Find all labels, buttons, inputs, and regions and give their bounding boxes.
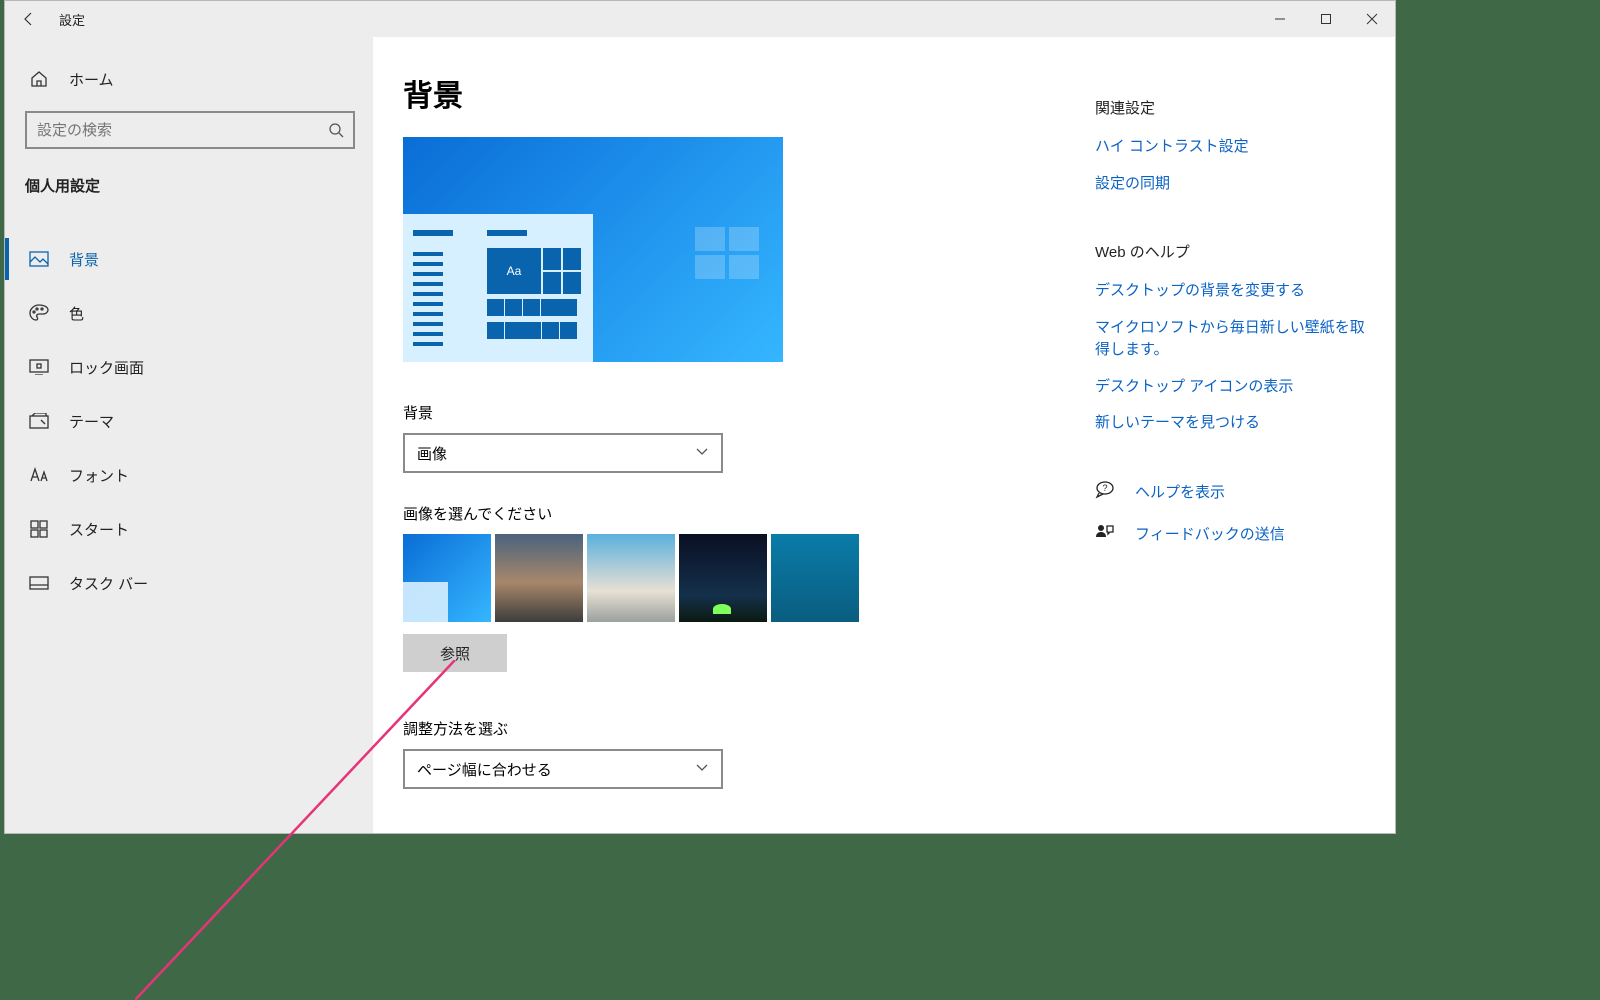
search-input-wrapper[interactable] [25, 111, 355, 149]
font-icon [29, 467, 49, 483]
close-button[interactable] [1349, 1, 1395, 37]
choose-image-label: 画像を選んでください [403, 503, 1065, 524]
background-preview: Aa [403, 137, 783, 362]
theme-icon [29, 413, 49, 429]
lockscreen-icon [29, 359, 49, 375]
sidebar-item-start[interactable]: スタート [5, 502, 373, 556]
sidebar-item-color[interactable]: 色 [5, 286, 373, 340]
sidebar-item-lockscreen[interactable]: ロック画面 [5, 340, 373, 394]
fit-select-label: 調整方法を選ぶ [403, 718, 1065, 739]
picture-icon [29, 251, 49, 267]
help-link-label: ヘルプを表示 [1135, 481, 1225, 502]
back-button[interactable] [5, 1, 53, 37]
image-thumb-1[interactable] [403, 534, 491, 622]
sidebar-item-font[interactable]: フォント [5, 448, 373, 502]
sidebar-item-label: 色 [69, 303, 84, 324]
web-link-new-themes[interactable]: 新しいテーマを見つける [1095, 412, 1373, 435]
web-link-daily-wallpaper[interactable]: マイクロソフトから毎日新しい壁紙を取得します。 [1095, 317, 1373, 362]
sidebar-item-background[interactable]: 背景 [5, 232, 373, 286]
image-thumb-3[interactable] [587, 534, 675, 622]
palette-icon [29, 304, 49, 322]
maximize-button[interactable] [1303, 1, 1349, 37]
right-sidebar: 関連設定 ハイ コントラスト設定 設定の同期 Web のヘルプ デスクトップの背… [1095, 37, 1395, 833]
svg-text:?: ? [1102, 483, 1107, 493]
sidebar-nav: 背景 色 ロック画面 テーマ フォント [5, 214, 373, 610]
fit-select-value: ページ幅に合わせる [417, 759, 552, 780]
search-icon [319, 122, 353, 138]
browse-button[interactable]: 参照 [403, 634, 507, 672]
image-thumb-5[interactable] [771, 534, 859, 622]
related-settings-title: 関連設定 [1095, 97, 1373, 118]
feedback-link-label: フィードバックの送信 [1135, 523, 1285, 544]
sidebar-item-theme[interactable]: テーマ [5, 394, 373, 448]
background-select[interactable]: 画像 [403, 433, 723, 473]
image-thumbnails [403, 534, 1065, 622]
related-link-sync[interactable]: 設定の同期 [1095, 173, 1373, 196]
titlebar: 設定 [5, 1, 1395, 37]
home-icon [29, 70, 49, 88]
help-link[interactable]: ? ヘルプを表示 [1095, 481, 1373, 503]
chevron-down-icon [695, 760, 709, 778]
web-link-desktop-icons[interactable]: デスクトップ アイコンの表示 [1095, 376, 1373, 399]
sidebar-item-label: スタート [69, 519, 129, 540]
fit-select[interactable]: ページ幅に合わせる [403, 749, 723, 789]
sidebar-item-label: ロック画面 [69, 357, 144, 378]
home-label: ホーム [69, 69, 114, 90]
web-help-title: Web のヘルプ [1095, 241, 1373, 262]
background-select-value: 画像 [417, 443, 447, 464]
image-thumb-4[interactable] [679, 534, 767, 622]
feedback-link[interactable]: フィードバックの送信 [1095, 523, 1373, 545]
sidebar-item-label: 背景 [69, 249, 99, 270]
page-heading: 背景 [403, 71, 1065, 115]
settings-window: 設定 ホーム 個人用設定 [4, 0, 1396, 834]
web-link-change-bg[interactable]: デスクトップの背景を変更する [1095, 280, 1373, 303]
window-title: 設定 [53, 10, 85, 29]
taskbar-icon [29, 576, 49, 590]
sidebar-item-taskbar[interactable]: タスク バー [5, 556, 373, 610]
feedback-icon [1095, 523, 1117, 545]
background-select-label: 背景 [403, 402, 1065, 423]
related-link-high-contrast[interactable]: ハイ コントラスト設定 [1095, 136, 1373, 159]
search-input[interactable] [27, 113, 319, 147]
minimize-button[interactable] [1257, 1, 1303, 37]
image-thumb-2[interactable] [495, 534, 583, 622]
sidebar: ホーム 個人用設定 背景 色 [5, 37, 373, 833]
chevron-down-icon [695, 444, 709, 462]
sidebar-item-label: フォント [69, 465, 129, 486]
sidebar-section-title: 個人用設定 [5, 163, 373, 214]
start-icon [29, 520, 49, 538]
help-icon: ? [1095, 481, 1117, 503]
main-panel: 背景 Aa [373, 37, 1395, 833]
sidebar-item-label: タスク バー [69, 573, 148, 594]
preview-tile-aa: Aa [487, 248, 541, 294]
sidebar-item-label: テーマ [69, 411, 114, 432]
home-link[interactable]: ホーム [5, 59, 373, 99]
